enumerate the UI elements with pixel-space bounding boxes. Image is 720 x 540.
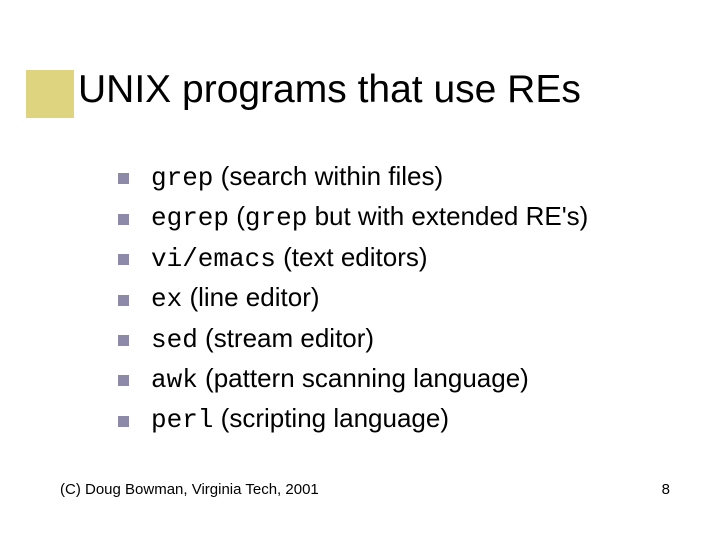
slide-title: UNIX programs that use REs [78, 68, 581, 112]
list-item: vi/emacs (text editors) [118, 243, 678, 275]
bullet-icon [118, 214, 129, 225]
list-item-text: perl (scripting language) [151, 404, 449, 436]
list-item-text: ex (line editor) [151, 283, 320, 315]
bullet-icon [118, 295, 129, 306]
bullet-icon [118, 375, 129, 386]
list-item: ex (line editor) [118, 283, 678, 315]
bullet-icon [118, 173, 129, 184]
list-item-text: grep (search within files) [151, 162, 443, 194]
list-item-text: awk (pattern scanning language) [151, 364, 529, 396]
slide-number: 8 [662, 481, 670, 498]
bullet-icon [118, 254, 129, 265]
list-item-text: vi/emacs (text editors) [151, 243, 428, 275]
list-item-text: sed (stream editor) [151, 324, 374, 356]
list-item: perl (scripting language) [118, 404, 678, 436]
bullet-icon [118, 416, 129, 427]
list-item: grep (search within files) [118, 162, 678, 194]
list-item-text: egrep (grep but with extended RE's) [151, 202, 588, 234]
list-item: awk (pattern scanning language) [118, 364, 678, 396]
bullet-icon [118, 335, 129, 346]
list-item: sed (stream editor) [118, 324, 678, 356]
title-accent-block [26, 70, 74, 118]
footer-copyright: (C) Doug Bowman, Virginia Tech, 2001 [60, 481, 319, 498]
list-item: egrep (grep but with extended RE's) [118, 202, 678, 234]
bullet-list: grep (search within files) egrep (grep b… [118, 162, 678, 445]
